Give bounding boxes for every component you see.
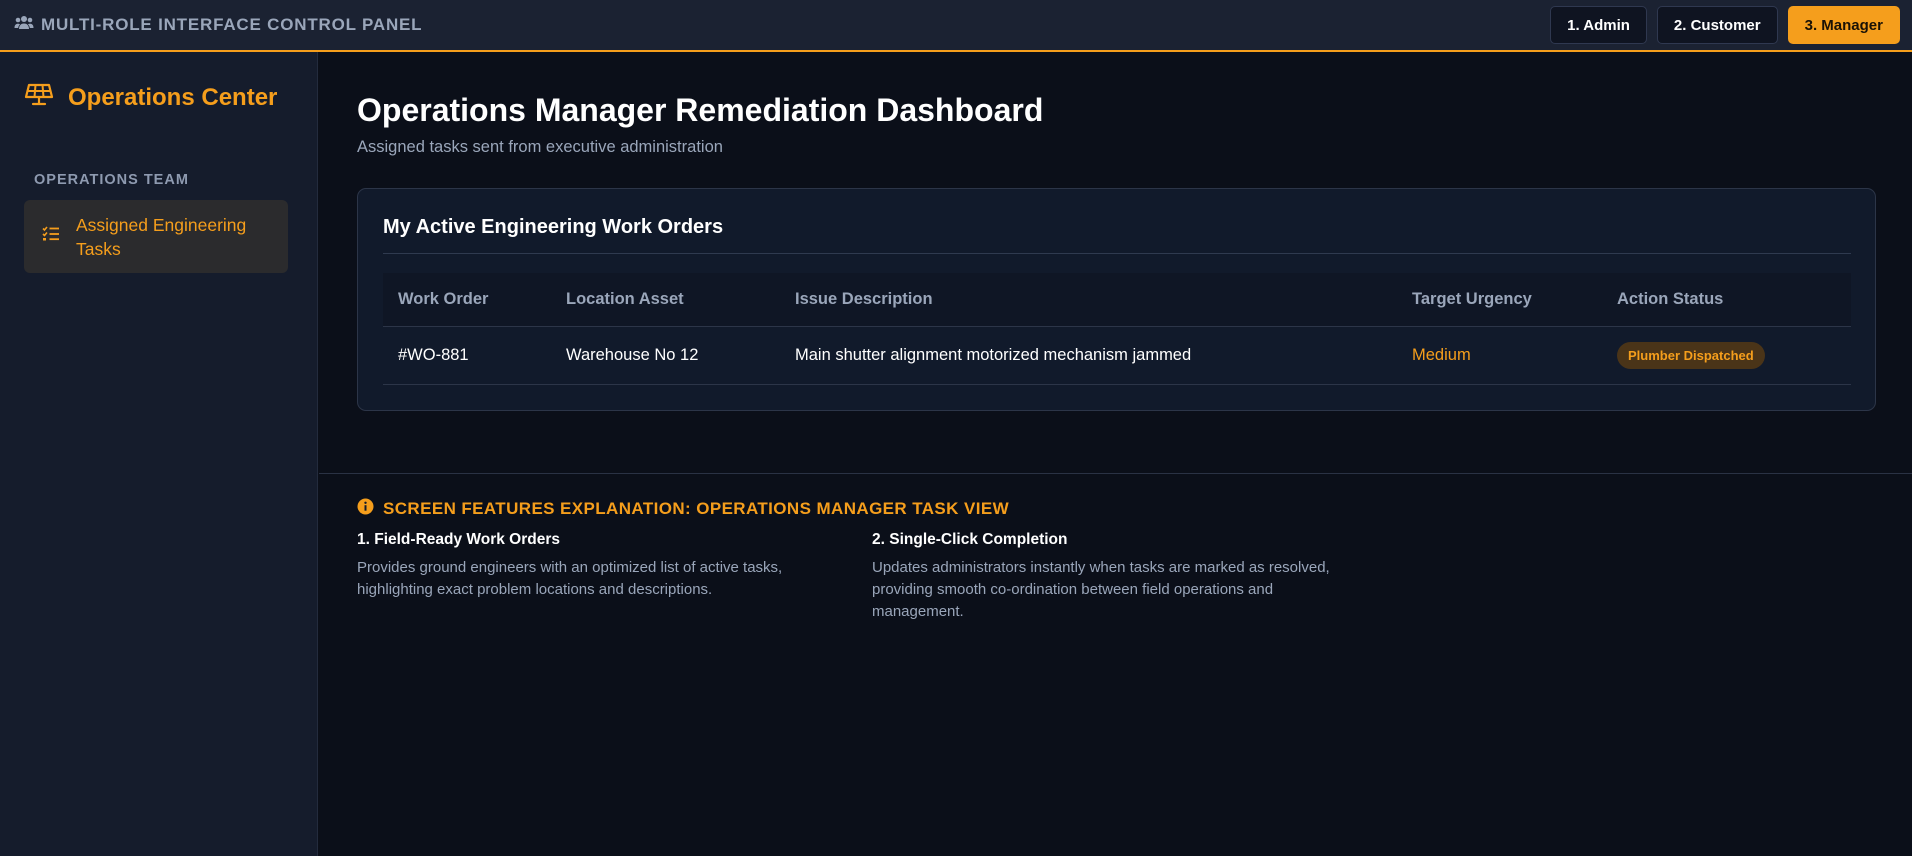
cell-issue: Main shutter alignment motorized mechani… [780,326,1397,385]
table-header-row: Work Order Location Asset Issue Descript… [383,273,1851,327]
users-icon [14,15,34,36]
column-header-urgency: Target Urgency [1397,273,1602,327]
role-button-admin[interactable]: 1. Admin [1550,6,1647,44]
feature-single-click: 2. Single-Click Completion Updates admin… [872,531,1332,623]
task-list-icon [42,226,60,247]
table-row[interactable]: #WO-881 Warehouse No 12 Main shutter ali… [383,326,1851,385]
work-orders-table: Work Order Location Asset Issue Descript… [383,273,1851,385]
app-title: MULTI-ROLE INTERFACE CONTROL PANEL [41,15,423,34]
page-subtitle: Assigned tasks sent from executive admin… [357,138,723,156]
explanation-header: SCREEN FEATURES EXPLANATION: OPERATIONS … [357,498,1009,520]
cell-urgency: Medium [1397,326,1602,385]
card-title: My Active Engineering Work Orders [383,216,724,238]
role-button-customer[interactable]: 2. Customer [1656,6,1778,44]
column-header-work-order: Work Order [383,273,551,327]
cell-location: Warehouse No 12 [551,326,780,385]
app-brand: MULTI-ROLE INTERFACE CONTROL PANEL [14,15,422,36]
feature-description: Updates administrators instantly when ta… [872,559,1330,620]
sidebar-section-label: OPERATIONS TEAM [34,172,189,188]
cell-work-order: #WO-881 [383,326,551,385]
card-divider [383,253,1851,254]
feature-title: 1. Field-Ready Work Orders [357,531,560,548]
solar-panel-icon [24,82,54,113]
main-content: Operations Manager Remediation Dashboard… [319,52,1912,856]
feature-title: 2. Single-Click Completion [872,531,1068,548]
sidebar-item-assigned-tasks[interactable]: Assigned Engineering Tasks [24,200,288,273]
sidebar-brand-title: Operations Center [68,83,278,111]
cell-status: Plumber Dispatched [1602,326,1851,385]
section-divider [319,473,1912,474]
explanation-title: SCREEN FEATURES EXPLANATION: OPERATIONS … [383,499,1010,518]
feature-field-ready: 1. Field-Ready Work Orders Provides grou… [357,531,817,601]
page-title: Operations Manager Remediation Dashboard [357,92,1044,128]
sidebar-brand: Operations Center [24,82,277,113]
sidebar: Operations Center OPERATIONS TEAM Assign… [0,52,318,856]
role-switcher: 1. Admin 2. Customer 3. Manager [1550,6,1900,44]
role-button-manager[interactable]: 3. Manager [1787,6,1900,44]
feature-description: Provides ground engineers with an optimi… [357,559,783,598]
status-badge: Plumber Dispatched [1617,341,1765,369]
info-icon [357,498,374,520]
column-header-status: Action Status [1602,273,1851,327]
column-header-issue: Issue Description [780,273,1397,327]
work-orders-card: My Active Engineering Work Orders Work O… [357,188,1876,411]
sidebar-item-label: Assigned Engineering Tasks [76,214,247,259]
column-header-location: Location Asset [551,273,780,327]
top-bar: MULTI-ROLE INTERFACE CONTROL PANEL 1. Ad… [0,0,1912,52]
